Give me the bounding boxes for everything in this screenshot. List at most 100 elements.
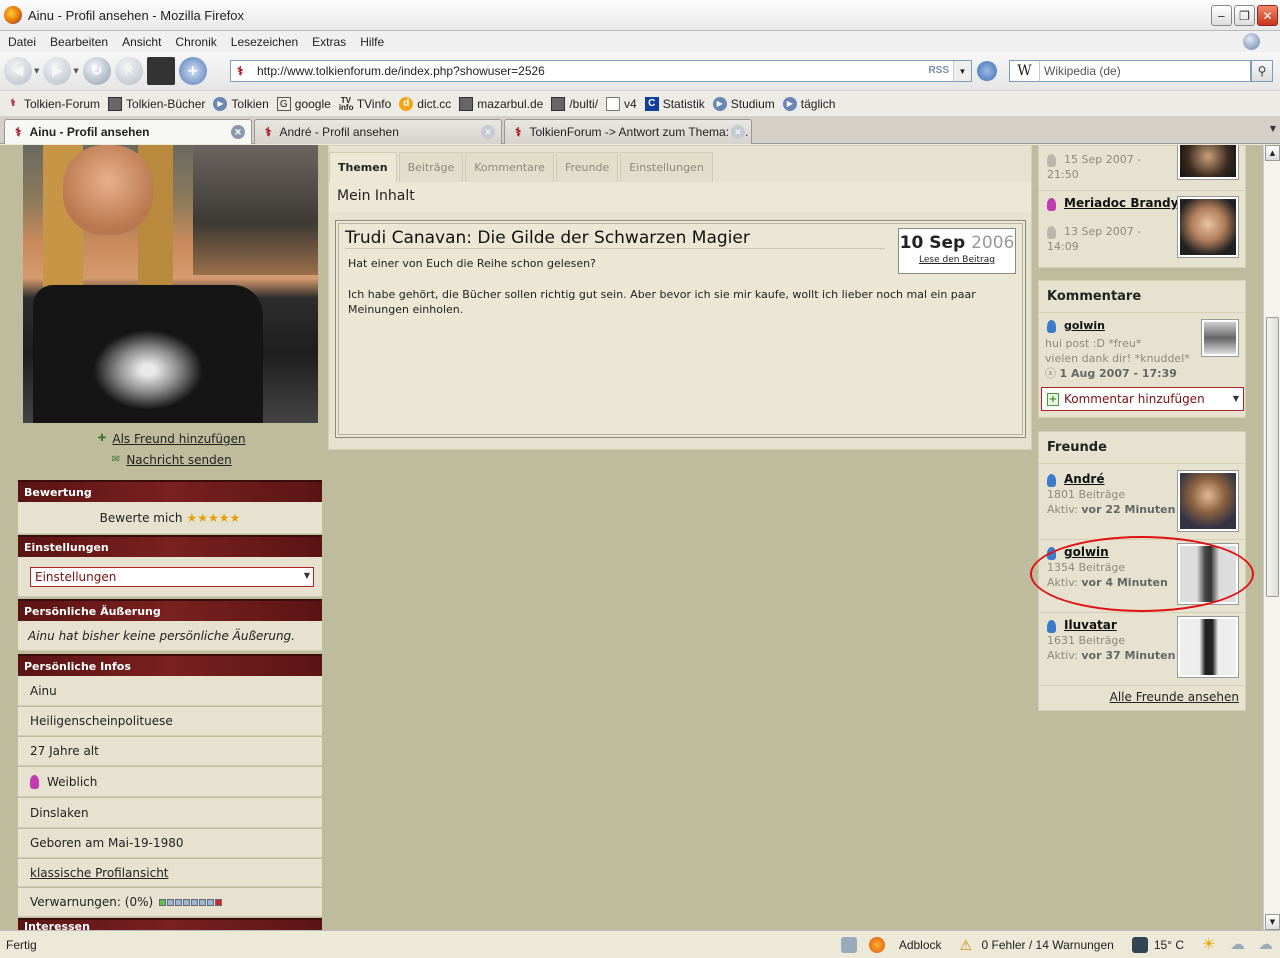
rss-icon[interactable]: RSS	[928, 65, 949, 76]
menu-datei[interactable]: Datei	[8, 35, 36, 49]
friend-avatar[interactable]	[1177, 470, 1239, 532]
menu-bearbeiten[interactable]: Bearbeiten	[50, 35, 108, 49]
bookmark-tolkien-forum[interactable]: ⚕ Tolkien-Forum	[6, 97, 100, 111]
forward-dropdown-icon[interactable]: ▼	[73, 67, 78, 75]
tab-kommentare[interactable]: Kommentare	[465, 152, 554, 182]
bookmark-google[interactable]: Ggoogle	[276, 96, 331, 111]
friend-avatar[interactable]	[1177, 616, 1239, 678]
tab-tolkienforum-reply[interactable]: ⚕ TolkienForum -> Antwort zum Thema: F..…	[504, 119, 752, 144]
user-icon	[1047, 225, 1056, 239]
go-button[interactable]	[977, 61, 997, 81]
screengrab-icon[interactable]	[146, 57, 175, 85]
friend-item: Iluvatar 1631 Beiträge Aktiv: vor 37 Minu…	[1047, 618, 1176, 662]
error-console-status[interactable]: 0 Fehler / 14 Warnungen	[982, 938, 1114, 952]
settings-select[interactable]: Einstellungen ▼	[30, 566, 314, 587]
bookmark-tolkien-buecher[interactable]: Tolkien-Bücher	[108, 96, 205, 111]
rating-stars[interactable]: ★★★★★	[187, 511, 241, 525]
warning-level-meter	[159, 895, 223, 909]
page-info-icon[interactable]	[840, 936, 857, 953]
tab-ainu-profile[interactable]: ⚕ Ainu - Profil ansehen ✕	[4, 119, 252, 144]
search-input[interactable]: Wikipedia (de)	[1044, 64, 1121, 78]
comment-item: golwin	[1047, 319, 1105, 333]
menu-ansicht[interactable]: Ansicht	[122, 35, 161, 49]
tab-themen[interactable]: Themen	[329, 152, 397, 182]
tab-einstellungen[interactable]: Einstellungen	[620, 152, 713, 182]
bookmark-studium[interactable]: ▶ Studium	[712, 96, 775, 111]
wikipedia-icon[interactable]: W	[1010, 61, 1040, 81]
vertical-scrollbar[interactable]: ▲ ▼	[1263, 145, 1280, 930]
friends-heading: Freunde	[1039, 432, 1245, 464]
visitor-avatar[interactable]	[1177, 196, 1239, 258]
rating-header: Bewertung	[18, 480, 322, 502]
close-tab-icon[interactable]: ✕	[731, 125, 745, 139]
user-icon	[1047, 619, 1056, 633]
arrow-icon: ▶	[213, 96, 228, 111]
maximize-button[interactable]: ❐	[1234, 5, 1255, 26]
delete-comment-icon[interactable]: ⓧ	[1045, 367, 1056, 380]
close-tab-icon[interactable]: ✕	[231, 125, 245, 139]
bookmark-statistik[interactable]: C Statistik	[644, 96, 705, 111]
adblock-status[interactable]: Adblock	[899, 938, 942, 952]
scroll-up-icon[interactable]: ▲	[1265, 145, 1280, 161]
url-text[interactable]: http://www.tolkienforum.de/index.php?sho…	[257, 64, 545, 78]
content-heading: Mein Inhalt	[329, 182, 1031, 212]
search-box[interactable]: W Wikipedia (de)	[1009, 60, 1251, 82]
back-button[interactable]: ◀	[4, 57, 32, 85]
post-date-day: 10 Sep	[899, 233, 966, 253]
post-date-year: 2006	[971, 233, 1015, 253]
bookmark-taeglich[interactable]: ▶ täglich	[782, 96, 835, 111]
search-icon[interactable]: ⚲	[1251, 60, 1273, 82]
tab-andre-profile[interactable]: ⚕ André - Profil ansehen ✕	[254, 119, 502, 144]
reload-button[interactable]: ↻	[82, 57, 111, 85]
firefox-status-icon[interactable]	[868, 936, 885, 953]
friend-item: André 1801 Beiträge Aktiv: vor 22 Minuten	[1047, 472, 1176, 516]
bookmark-bulti[interactable]: /bulti/	[551, 96, 598, 111]
close-tab-icon[interactable]: ✕	[481, 125, 495, 139]
info-gender: Weiblich	[18, 767, 322, 797]
all-friends-link[interactable]: Alle Freunde ansehen	[1110, 690, 1239, 704]
tab-freunde[interactable]: Freunde	[555, 152, 619, 182]
topic-title: Trudi Canavan: Die Gilde der Schwarzen M…	[345, 228, 885, 249]
rod-icon: ⚕	[10, 97, 16, 109]
menu-chronik[interactable]: Chronik	[175, 35, 216, 49]
tab-list-dropdown-icon[interactable]: ▼	[1270, 124, 1276, 133]
close-window-button[interactable]: ✕	[1257, 5, 1278, 26]
profile-actions: ✚ Als Freund hinzufügen ✉ Nachricht senden	[18, 425, 323, 477]
add-friend-link[interactable]: Als Freund hinzufügen	[112, 432, 245, 446]
classic-profile-link[interactable]: klassische Profilansicht	[30, 866, 169, 880]
bookmark-tvinfo[interactable]: TV info TVinfo	[338, 95, 391, 112]
scroll-thumb[interactable]	[1266, 317, 1279, 597]
comment-avatar[interactable]	[1201, 319, 1239, 357]
back-dropdown-icon[interactable]: ▼	[34, 67, 39, 75]
minimize-button[interactable]: ‒	[1211, 5, 1232, 26]
bookmark-tolkien[interactable]: ▶ Tolkien	[213, 96, 269, 111]
user-icon	[1047, 153, 1056, 167]
bookmark-v4[interactable]: v4	[606, 96, 637, 111]
url-bar[interactable]: ⚕ http://www.tolkienforum.de/index.php?s…	[230, 60, 972, 82]
cloud-icon: ☁	[1230, 935, 1245, 953]
forward-button[interactable]: ▶	[43, 57, 72, 85]
user-icon	[1047, 319, 1056, 333]
bookmark-mazarbul[interactable]: mazarbul.de	[459, 96, 543, 111]
tvinfo-icon: TV info	[338, 95, 354, 112]
chevron-down-icon: ▼	[303, 570, 310, 580]
warnings-row: Verwarnungen: (0%)	[18, 888, 322, 917]
stop-button[interactable]: ✕	[114, 57, 143, 85]
scroll-down-icon[interactable]: ▼	[1265, 914, 1280, 930]
new-tab-icon[interactable]: +	[178, 57, 207, 85]
visitor-avatar[interactable]	[1177, 145, 1239, 180]
highlight-circle	[1030, 536, 1254, 612]
menu-extras[interactable]: Extras	[312, 35, 346, 49]
bookmark-dictcc[interactable]: d dict.cc	[399, 96, 451, 111]
tab-beitraege[interactable]: Beiträge	[398, 152, 464, 182]
info-age: 27 Jahre alt	[18, 737, 322, 766]
add-comment-button[interactable]: + Kommentar hinzufügen ▼	[1041, 387, 1244, 411]
sun-icon: ☀	[1202, 935, 1216, 953]
send-message-link[interactable]: Nachricht senden	[126, 453, 231, 467]
info-title: Heiligenscheinpolituese	[18, 707, 322, 736]
url-dropdown-icon[interactable]: ▼	[953, 61, 971, 81]
temperature-status[interactable]: 15° C	[1154, 938, 1184, 952]
rod-icon: ⚕	[265, 125, 272, 139]
menu-hilfe[interactable]: Hilfe	[360, 35, 384, 49]
menu-lesezeichen[interactable]: Lesezeichen	[231, 35, 298, 49]
